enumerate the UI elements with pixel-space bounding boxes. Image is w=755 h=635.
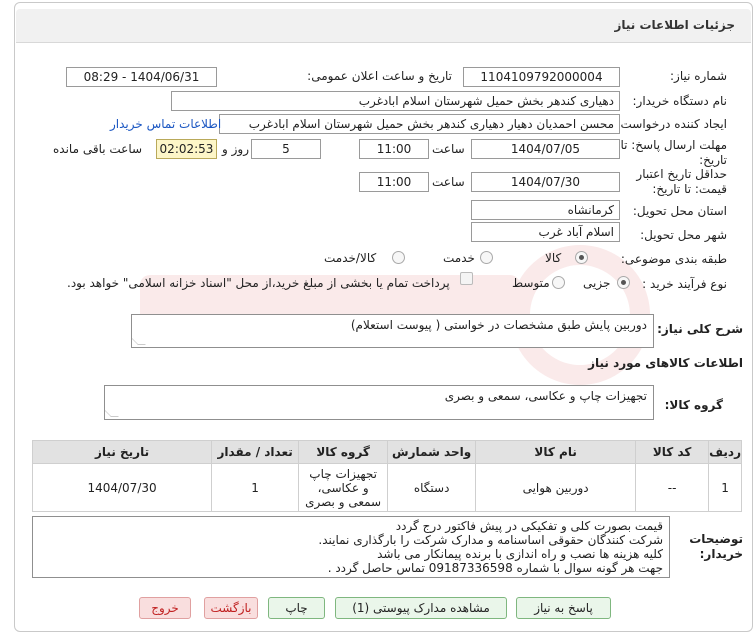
category-option-both: کالا/خدمت [324,251,377,265]
col-code: کد کالا [635,440,710,464]
process-option-medium: متوسط [512,276,550,290]
buyer-org-label: نام دستگاه خریدار: [632,94,728,108]
page-title: جزئیات اطلاعات نیاز [614,18,735,32]
requester-label: ایجاد کننده درخواست: [616,117,727,131]
goods-table: ردیف کد کالا نام کالا واحد شمارش گروه کا… [31,440,742,512]
buyer-notes-label-2: خریدار: [699,547,743,561]
category-option-service: خدمت [443,251,475,265]
reply-button[interactable]: پاسخ به نیاز [516,597,611,619]
note-line: جهت هر گونه سوال با شماره 09187336598 تم… [327,561,663,575]
validity-time-label: ساعت [432,175,465,189]
process-option-minor: جزیی [583,276,611,290]
requester-field: محسن احمدیان دهیار دهیاری کندهر بخش حمیل… [219,114,620,134]
validity-label-2: قیمت: تا تاریخ: [652,182,727,196]
col-unit: واحد شمارش [387,440,477,464]
deadline-time-field: 11:00 [359,139,429,159]
note-line: شرکت کنندگان حقوقی اساسنامه و مدارک شرکت… [318,533,663,547]
remaining-time-label: ساعت باقی مانده [53,142,143,156]
cell-row: 1 [708,463,742,512]
resize-grip-icon[interactable] [132,337,146,345]
col-qty: تعداد / مقدار [211,440,300,464]
need-number-field: 1104109792000004 [463,67,620,87]
col-date: تاریخ نیاز [31,440,213,464]
goods-group-field: تجهیزات چاپ و عکاسی، سمعی و بصری [104,385,654,420]
cell-name: دوربین هوایی [475,463,637,512]
resize-grip-icon[interactable] [105,409,119,417]
note-line: قیمت بصورت کلی و تفکیکی در پیش فاکتور در… [395,519,663,533]
process-label: نوع فرآیند خرید : [642,277,727,291]
need-summary-text: دوربین پایش طبق مشخصات در خواستی ( پیوست… [350,318,647,332]
col-row: ردیف [708,440,742,464]
col-name: نام کالا [475,440,637,464]
category-radio-service[interactable] [480,251,493,264]
category-radio-both[interactable] [392,251,405,264]
city-label: شهر محل تحویل: [640,228,727,242]
deadline-days-label: روز و [222,142,249,156]
deadline-time-label: ساعت [432,142,465,156]
need-summary-label: شرح کلی نیاز: [657,322,743,336]
cell-date: 1404/07/30 [31,463,213,512]
buyer-contact-link[interactable]: اطلاعات تماس خریدار [110,117,221,131]
note-line: کلیه هزینه ها نصب و راه اندازی با برنده … [377,547,663,561]
cell-qty: 1 [211,463,300,512]
province-field: کرمانشاه [471,200,620,220]
process-radio-minor[interactable] [617,276,630,289]
buyer-org-field: دهیاری کندهر بخش حمیل شهرستان اسلام اباد… [171,91,620,111]
buyer-notes-field: قیمت بصورت کلی و تفکیکی در پیش فاکتور در… [32,516,670,578]
view-attachments-button[interactable]: مشاهده مدارک پیوستی (1) [335,597,507,619]
goods-group-label: گروه کالا: [664,398,723,412]
validity-time-field: 11:00 [359,172,429,192]
province-label: استان محل تحویل: [632,204,727,218]
category-option-goods: کالا [545,251,562,265]
panel-header: جزئیات اطلاعات نیاز [16,9,751,43]
category-label: طبقه بندی موضوعی: [620,252,727,266]
deadline-date-field: 1404/07/05 [471,139,620,159]
deadline-label-2: تاریخ: [699,153,727,167]
need-number-label: شماره نیاز: [670,69,727,83]
process-radio-medium[interactable] [552,276,565,289]
category-radio-goods[interactable] [575,251,588,264]
city-field: اسلام آباد غرب [471,222,620,242]
buyer-notes-label-1: توضیحات [689,532,743,546]
deadline-days-field: 5 [251,139,321,159]
cell-unit: دستگاه [387,463,477,512]
remaining-time-timer: 02:02:53 [156,139,217,159]
col-group: گروه کالا [298,440,389,464]
validity-date-field: 1404/07/30 [471,172,620,192]
cell-code: -- [635,463,710,512]
exit-button[interactable]: خروج [139,597,191,619]
back-button[interactable]: بازگشت [204,597,258,619]
deadline-label-1: مهلت ارسال پاسخ: تا [620,138,727,152]
treasury-note: پرداخت تمام یا بخشی از مبلغ خرید،از محل … [67,276,450,290]
cell-group: تجهیزات چاپ و عکاسی، سمعی و بصری [298,463,389,512]
treasury-checkbox[interactable] [460,272,473,285]
need-summary-field: دوربین پایش طبق مشخصات در خواستی ( پیوست… [131,314,654,348]
announce-label: تاریخ و ساعت اعلان عمومی: [307,69,452,83]
print-button[interactable]: چاپ [268,597,325,619]
goods-group-text: تجهیزات چاپ و عکاسی، سمعی و بصری [444,389,647,403]
goods-section-title: اطلاعات کالاهای مورد نیاز [588,356,743,370]
table-row: 1 -- دوربین هوایی دستگاه تجهیزات چاپ و ع… [31,463,742,512]
validity-label-1: حداقل تاریخ اعتبار [636,167,727,181]
announce-field: 1404/06/31 - 08:29 [66,67,217,87]
